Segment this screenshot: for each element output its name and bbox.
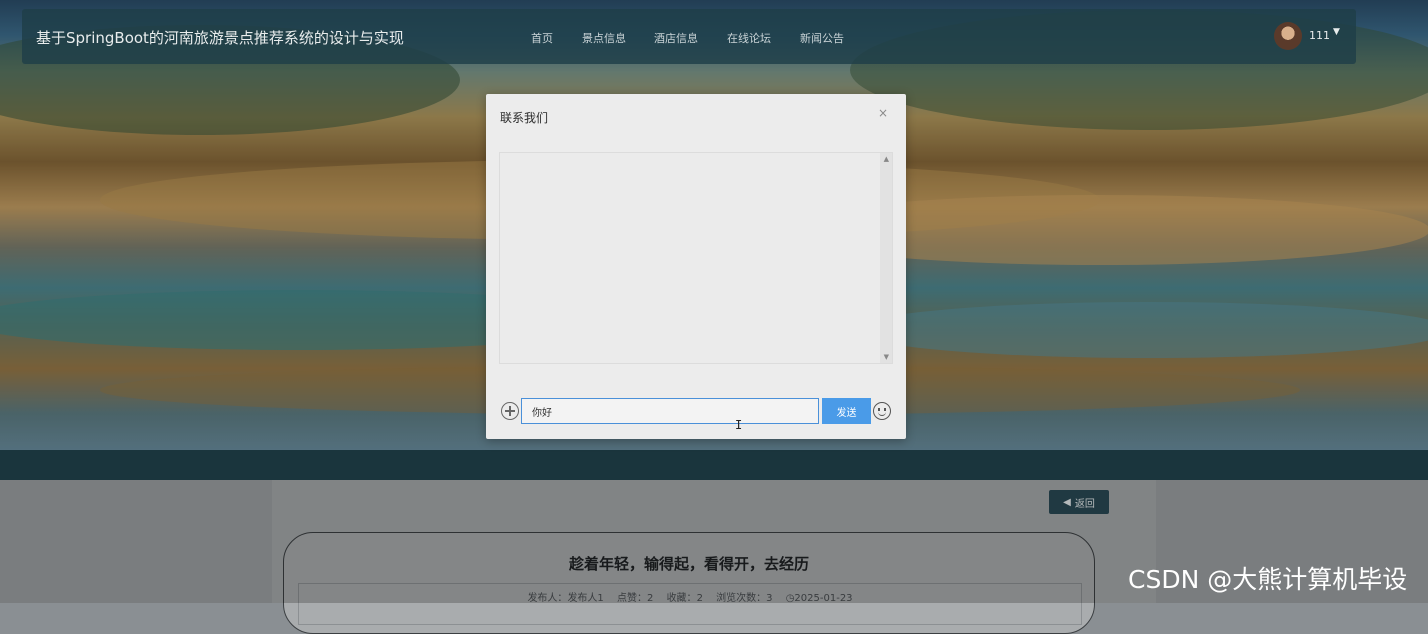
- site-title: 基于SpringBoot的河南旅游景点推荐系统的设计与实现: [36, 29, 404, 47]
- watermark: CSDN @大熊计算机毕设: [1128, 565, 1408, 594]
- chat-scrollbar[interactable]: ▲ ▼: [880, 153, 892, 363]
- nav-item-hotels[interactable]: 酒店信息: [654, 30, 698, 46]
- message-input[interactable]: [521, 398, 819, 424]
- chevron-down-icon[interactable]: ▼: [1333, 27, 1340, 37]
- chat-message-area[interactable]: ▲ ▼: [499, 152, 893, 364]
- contact-modal: 联系我们 × ▲ ▼ 发送: [486, 94, 906, 439]
- avatar[interactable]: [1274, 22, 1302, 50]
- send-button[interactable]: 发送: [822, 398, 871, 424]
- emoji-icon[interactable]: [873, 402, 891, 420]
- nav-item-attractions[interactable]: 景点信息: [582, 30, 626, 46]
- nav-item-news[interactable]: 新闻公告: [800, 30, 844, 46]
- nav-item-forum[interactable]: 在线论坛: [727, 30, 771, 46]
- plus-circle-icon[interactable]: [501, 402, 519, 420]
- scroll-up-icon[interactable]: ▲: [884, 155, 889, 163]
- top-navbar: 基于SpringBoot的河南旅游景点推荐系统的设计与实现 首页 景点信息 酒店…: [22, 9, 1356, 64]
- scroll-down-icon[interactable]: ▼: [884, 353, 889, 361]
- close-icon[interactable]: ×: [878, 106, 888, 120]
- modal-title: 联系我们: [500, 111, 549, 125]
- text-cursor-icon: I: [735, 418, 743, 432]
- user-name[interactable]: 111: [1309, 29, 1330, 42]
- nav-item-home[interactable]: 首页: [531, 30, 553, 46]
